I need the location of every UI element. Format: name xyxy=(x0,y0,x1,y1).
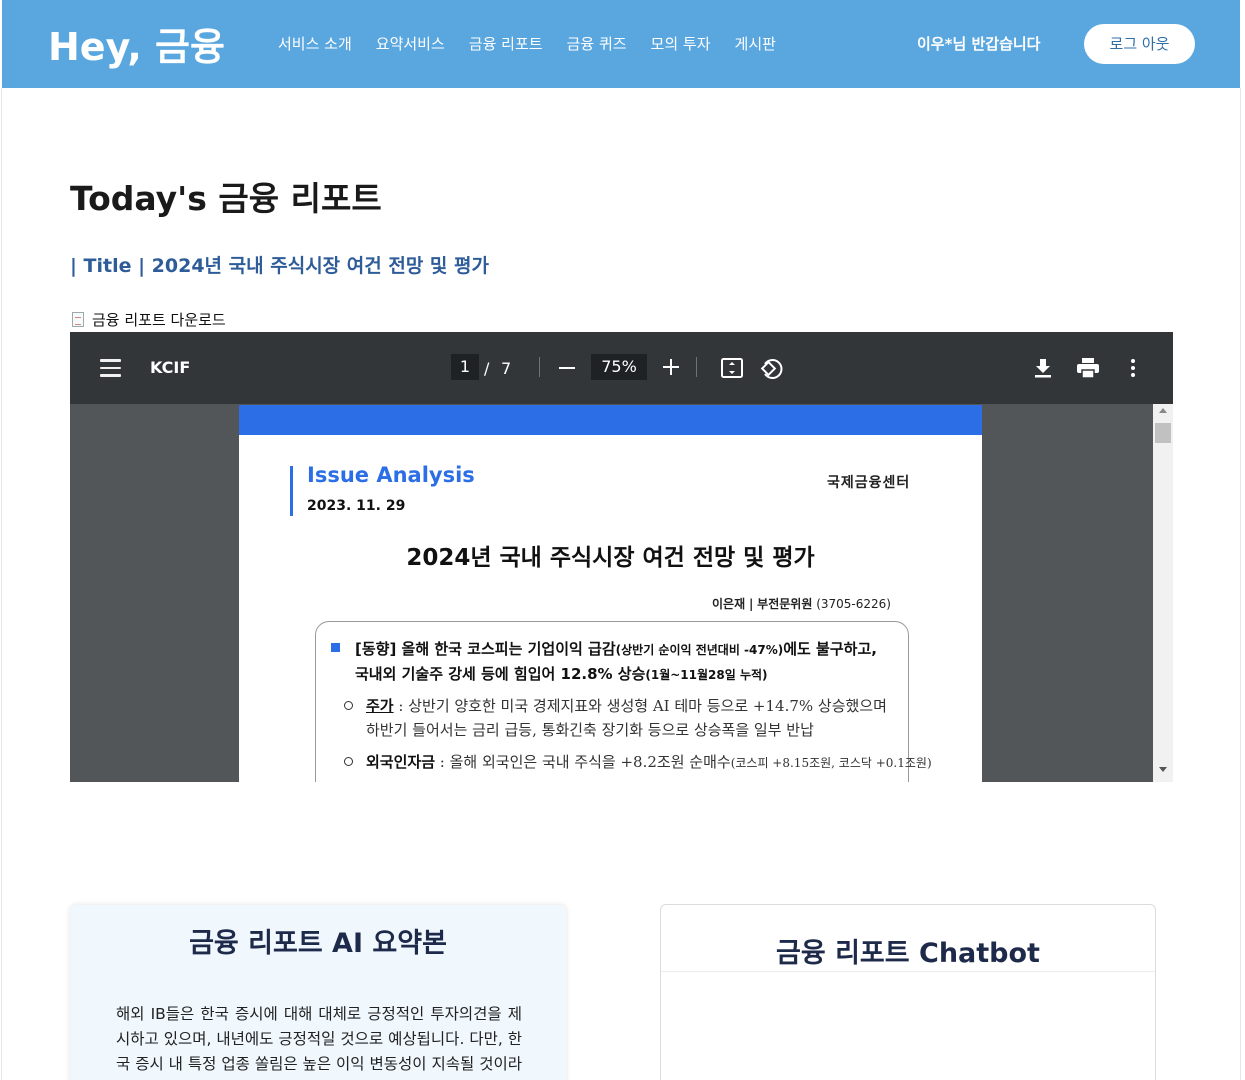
page-title: Today's 금융 리포트 xyxy=(70,179,382,218)
chatbot-title: 금융 리포트 Chatbot xyxy=(776,938,1040,969)
pdf-bullet-note: (상반기 순이익 전년대비 -47%) xyxy=(615,643,784,657)
total-pages: 7 xyxy=(501,359,512,378)
download-label[interactable]: 금융 리포트 다운로드 xyxy=(92,309,226,330)
ai-summary-text: 해외 IB들은 한국 증시에 대해 대체로 긍정적인 투자의견을 제시하고 있으… xyxy=(116,1005,522,1073)
nav-item-summary[interactable]: 요약서비스 xyxy=(376,33,445,54)
pdf-date: 2023. 11. 29 xyxy=(307,498,406,514)
pdf-scrollbar[interactable] xyxy=(1153,404,1173,782)
pdf-toolbar: KCIF 1 / 7 75% xyxy=(70,332,1173,404)
scroll-up-icon[interactable] xyxy=(1159,408,1167,413)
plus-icon[interactable] xyxy=(663,359,679,375)
more-vert-icon[interactable] xyxy=(1129,358,1137,378)
pdf-author-phone: (3705-6226) xyxy=(816,597,891,611)
scroll-down-icon[interactable] xyxy=(1159,767,1167,772)
report-subtitle: | Title | 2024년 국내 주식시장 여건 전망 및 평가 xyxy=(70,255,489,277)
top-header: Hey, 금융 서비스 소개 요약서비스 금융 리포트 금융 퀴즈 모의 투자 … xyxy=(2,0,1240,88)
pdf-sub-text: : 상반기 양호한 미국 경제지표와 생성형 AI 테마 등으로 +14.7% … xyxy=(398,697,887,715)
left-border xyxy=(1,88,2,1080)
pdf-doc-name: KCIF xyxy=(150,358,191,377)
pdf-sub-key: 주가 xyxy=(366,697,394,715)
print-icon[interactable] xyxy=(1076,357,1100,379)
nav-item-report[interactable]: 금융 리포트 xyxy=(469,33,543,54)
logout-button[interactable]: 로그 아웃 xyxy=(1084,24,1195,64)
nav-item-quiz[interactable]: 금융 퀴즈 xyxy=(567,33,627,54)
page-number-input[interactable]: 1 xyxy=(451,354,479,380)
nav-item-board[interactable]: 게시판 xyxy=(735,33,776,54)
pdf-organization: 국제금융센터 xyxy=(827,475,911,491)
pdf-accent-bar xyxy=(290,466,293,516)
pdf-sub-line-2: 외국인자금 : 올해 외국인은 국내 주식을 +8.2조원 순매수(코스피 +8… xyxy=(366,751,932,772)
minus-icon[interactable] xyxy=(559,367,575,369)
document-icon xyxy=(72,312,84,327)
nav-item-mock-invest[interactable]: 모의 투자 xyxy=(651,33,711,54)
pdf-bullet-text: [동향] 올해 한국 코스피는 기업이익 급감 xyxy=(355,640,616,658)
chatbot-divider xyxy=(661,971,1155,972)
bullet-circle-icon xyxy=(344,701,353,710)
toolbar-divider xyxy=(696,357,697,377)
pdf-bullet-line-2: 국내외 기술주 강세 등에 힘입어 12.8% 상승(1월~11월28일 누적) xyxy=(355,663,768,684)
pdf-bullet-note: (1월~11월28일 누적) xyxy=(645,668,768,682)
zoom-input[interactable]: 75% xyxy=(591,354,647,380)
pdf-author-role: 부전문위원 xyxy=(757,597,813,611)
toolbar-divider xyxy=(539,357,540,377)
pdf-bullet-line-1: [동향] 올해 한국 코스피는 기업이익 급감(상반기 순이익 전년대비 -47… xyxy=(355,638,877,659)
download-icon[interactable] xyxy=(1033,357,1053,379)
right-border xyxy=(1240,88,1241,1080)
chatbot-card[interactable]: 금융 리포트 Chatbot xyxy=(660,904,1156,1080)
ai-summary-card: 금융 리포트 AI 요약본 해외 IB들은 한국 증시에 대해 대체로 긍정적인… xyxy=(70,905,566,1080)
bullet-square-icon xyxy=(331,643,340,652)
pdf-summary-box: [동향] 올해 한국 코스피는 기업이익 급감(상반기 순이익 전년대비 -47… xyxy=(315,621,932,782)
pdf-sub-note: (코스피 +8.15조원, 코스닥 +0.1조원) xyxy=(730,756,932,770)
pdf-sub-line-1b: 하반기 들어서는 금리 급등, 통화긴축 장기화 등으로 상승폭을 일부 반납 xyxy=(366,721,814,739)
pdf-bullet-text: 에도 불구하고, xyxy=(783,640,877,658)
pdf-section-label: Issue Analysis xyxy=(307,463,475,487)
menu-icon[interactable] xyxy=(100,359,121,377)
pdf-sub-text: : 올해 외국인은 국내 주식을 +8.2조원 순매수 xyxy=(439,753,731,771)
pdf-author-name: 이은재 xyxy=(712,597,746,611)
page-separator: / xyxy=(484,359,490,378)
fit-page-icon[interactable] xyxy=(720,356,744,380)
bullet-circle-icon xyxy=(344,757,353,766)
report-download-link[interactable]: 금융 리포트 다운로드 xyxy=(72,309,226,330)
pdf-page: Issue Analysis 2023. 11. 29 국제금융센터 2024년… xyxy=(239,405,982,782)
main-nav: 서비스 소개 요약서비스 금융 리포트 금융 퀴즈 모의 투자 게시판 xyxy=(278,33,800,54)
site-logo[interactable]: Hey, 금융 xyxy=(48,16,225,71)
rotate-icon[interactable] xyxy=(759,355,785,381)
pdf-sub-key: 외국인자금 xyxy=(366,753,436,771)
user-greeting: 이우*님 반갑습니다 xyxy=(917,35,1041,53)
ai-summary-title: 금융 리포트 AI 요약본 xyxy=(189,928,447,959)
pdf-viewer[interactable]: KCIF 1 / 7 75% Issue Analysis 2023. 11. … xyxy=(70,332,1173,782)
pdf-header-band xyxy=(239,405,982,435)
pdf-author-line: 이은재 | 부전문위원 (3705-6226) xyxy=(712,595,891,612)
pdf-bullet-text: 국내외 기술주 강세 등에 힘입어 12.8% 상승 xyxy=(355,665,646,683)
pdf-title: 2024년 국내 주식시장 여건 전망 및 평가 xyxy=(406,545,815,571)
pdf-author-sep: | xyxy=(748,597,754,611)
scroll-thumb[interactable] xyxy=(1155,423,1171,443)
pdf-sub-line-1: 주가 : 상반기 양호한 미국 경제지표와 생성형 AI 테마 등으로 +14.… xyxy=(366,695,887,716)
nav-item-service-intro[interactable]: 서비스 소개 xyxy=(278,33,352,54)
